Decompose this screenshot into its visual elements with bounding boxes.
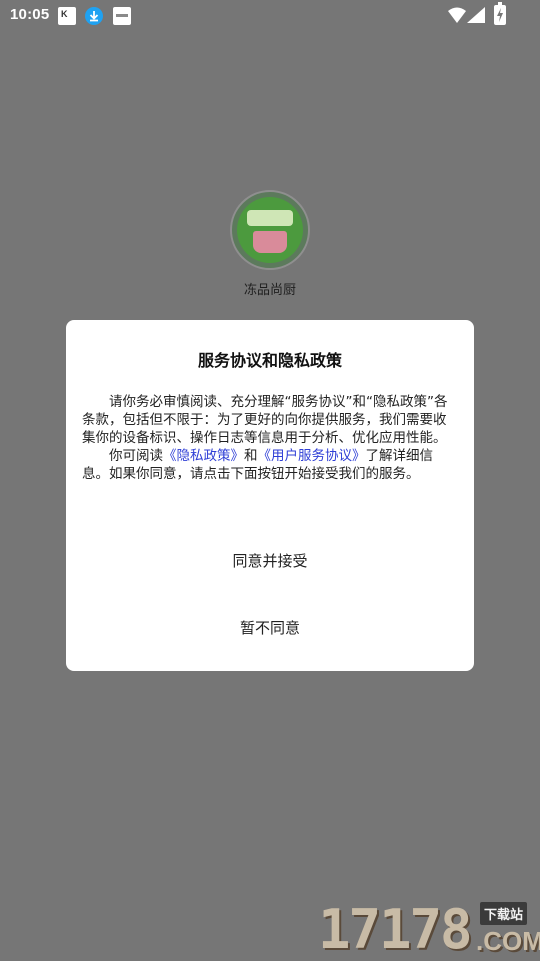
signal-icon bbox=[467, 7, 485, 23]
dialog-title: 服务协议和隐私政策 bbox=[197, 351, 342, 370]
dialog-paragraph-2: 你可阅读《隐私政策》和《用户服务协议》了解详细信息。如果你同意，请点击下面按钮开… bbox=[82, 447, 458, 483]
wifi-icon bbox=[448, 7, 466, 23]
watermark-domain: .COM bbox=[476, 926, 540, 956]
user-service-agreement-link[interactable]: 《用户服务协议》 bbox=[258, 448, 366, 464]
watermark-number: 17178 bbox=[318, 898, 473, 961]
privacy-dialog: 服务协议和隐私政策 请你务必审慎阅读、充分理解“服务协议”和“隐私政策”各条款，… bbox=[66, 320, 474, 671]
paragraph-2-prefix: 你可阅读 bbox=[109, 448, 163, 464]
and-text: 和 bbox=[244, 448, 258, 464]
app-notification-icon bbox=[113, 7, 131, 25]
download-icon bbox=[85, 7, 103, 25]
agree-button[interactable]: 同意并接受 bbox=[66, 550, 474, 571]
battery-charging-icon bbox=[494, 2, 506, 25]
dialog-body: 请你务必审慎阅读、充分理解“服务协议”和“隐私政策”各条款，包括但不限于：为了更… bbox=[82, 393, 458, 483]
app-logo bbox=[230, 190, 310, 270]
dialog-paragraph-1: 请你务必审慎阅读、充分理解“服务协议”和“隐私政策”各条款，包括但不限于：为了更… bbox=[82, 394, 448, 446]
watermark-logo: 17178 下载站 .COM bbox=[318, 898, 540, 961]
app-name: 冻品尚厨 bbox=[243, 283, 296, 298]
status-bar: 10:05 K bbox=[0, 0, 540, 32]
watermark-tag: 下载站 bbox=[480, 902, 528, 925]
status-time: 10:05 bbox=[10, 6, 50, 23]
disagree-button[interactable]: 暂不同意 bbox=[66, 617, 474, 638]
app-notification-icon: K bbox=[58, 7, 76, 25]
privacy-policy-link[interactable]: 《隐私政策》 bbox=[163, 448, 244, 464]
